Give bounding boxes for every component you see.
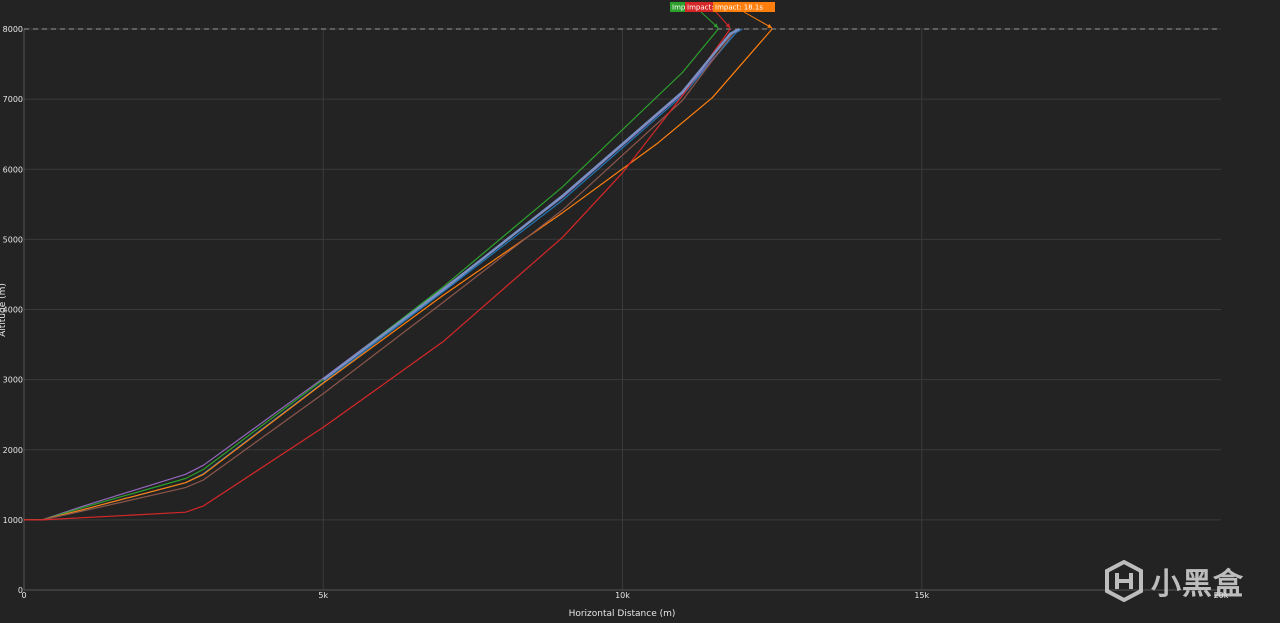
y-tick-label: 5000 xyxy=(3,235,23,244)
y-tick-label: 3000 xyxy=(3,376,23,385)
annotation-label: Impact: 18.1s xyxy=(715,4,763,12)
series-line-7 xyxy=(322,27,740,381)
series-line-6 xyxy=(24,28,731,521)
series-line-1 xyxy=(24,28,743,521)
x-tick-label: 15k xyxy=(914,591,929,600)
series-line-2 xyxy=(24,28,719,521)
x-axis-ticks: 0 5k 10k 15k 20k xyxy=(21,591,1228,600)
watermark-text: 小黑盒 xyxy=(1151,567,1244,602)
series-line-4 xyxy=(24,28,773,521)
annotations: Impact: 19.4sImpact: 19.4sImpact: 18.1s xyxy=(670,2,775,29)
watermark: 小黑盒 xyxy=(1103,559,1244,603)
y-tick-label: 7000 xyxy=(3,95,23,104)
y-tick-label: 8000 xyxy=(3,25,23,34)
y-tick-label: 6000 xyxy=(3,165,23,174)
y-tick-label: 1000 xyxy=(3,516,23,525)
heybox-logo-icon xyxy=(1105,560,1143,602)
chart: 0 5k 10k 15k 20k 010002000300040005000600070… xyxy=(0,2,1229,619)
series-line-5 xyxy=(24,28,737,521)
annotation-arrow xyxy=(743,11,773,29)
series-line-3 xyxy=(24,28,743,521)
series-group xyxy=(24,27,773,521)
x-tick-label: 5k xyxy=(318,591,328,600)
x-tick-label: 10k xyxy=(615,591,630,600)
y-tick-label: 0 xyxy=(18,586,23,595)
x-axis-label: Horizontal Distance (m) xyxy=(569,609,676,619)
y-axis-label: Altitude (m) xyxy=(0,283,8,337)
y-tick-label: 2000 xyxy=(3,446,23,455)
